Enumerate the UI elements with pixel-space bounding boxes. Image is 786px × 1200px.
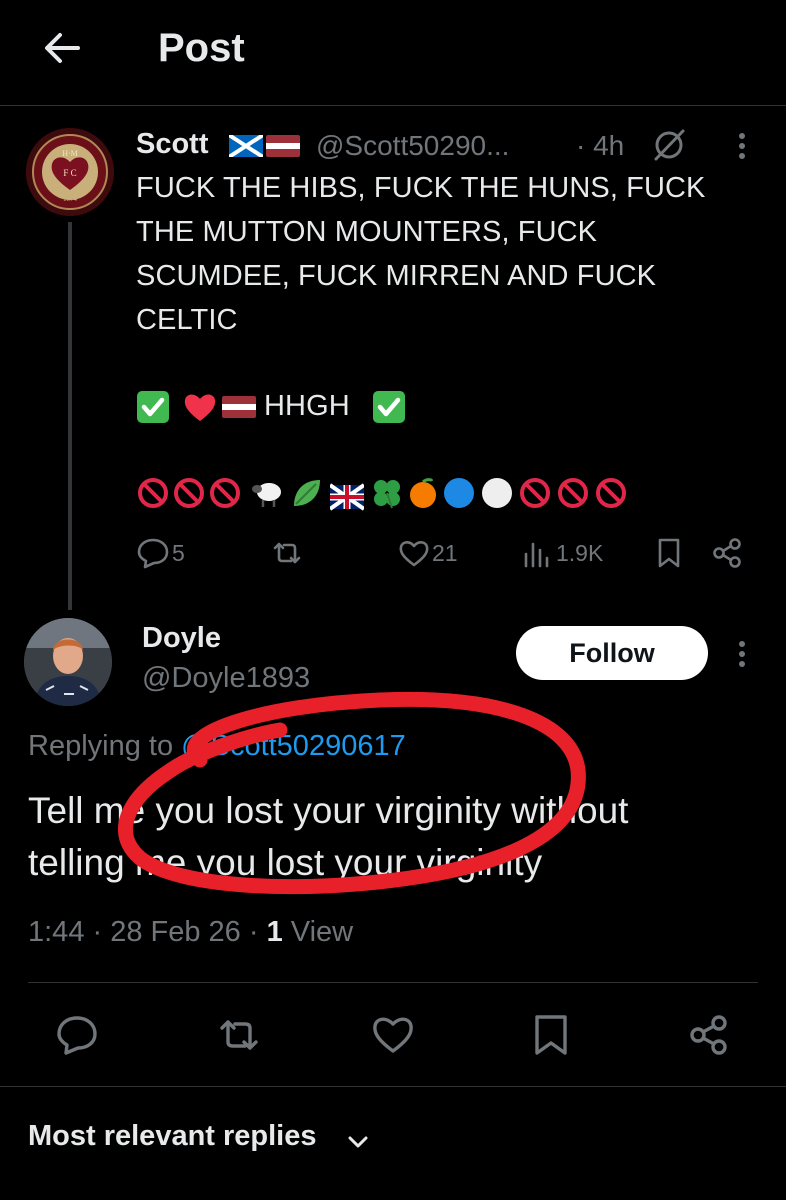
check-mark-emoji-icon <box>373 391 405 423</box>
svg-text:H·M: H·M <box>62 149 78 158</box>
author-handle[interactable]: @Doyle1893 <box>142 662 310 695</box>
white-circle-emoji-icon <box>482 478 512 508</box>
views-label: View <box>282 916 354 948</box>
avatar[interactable] <box>24 618 112 706</box>
replying-prefix: Replying to <box>28 730 182 762</box>
post-text-line: CELTIC <box>136 304 238 336</box>
profile-photo <box>24 618 112 706</box>
views-count: 1 <box>266 916 283 948</box>
prohibited-emoji-icon <box>596 478 626 508</box>
post-text-line: SCUMDEE, FUCK MIRREN AND FUCK <box>136 260 657 292</box>
replies-sort-dropdown[interactable]: Most relevant replies <box>28 1120 317 1153</box>
bookmark-icon[interactable] <box>656 537 682 569</box>
author-handle[interactable]: @Scott50290... <box>316 130 509 162</box>
like-icon[interactable] <box>370 1012 416 1058</box>
header-bar: Post <box>0 0 786 106</box>
arrow-left-icon <box>45 33 80 63</box>
reply-text-line: Tell me you lost your virginity without <box>28 790 629 831</box>
divider <box>28 982 758 983</box>
post-text-inline: HHGH <box>264 390 350 422</box>
follow-button[interactable]: Follow <box>516 626 708 680</box>
check-mark-emoji-icon <box>137 391 169 423</box>
divider <box>0 1086 786 1087</box>
prohibited-emoji-icon <box>210 478 240 508</box>
replying-to-line: Replying to @Scott50290617 <box>28 730 406 763</box>
club-crest-logo: H·M F C 1874 <box>26 128 114 216</box>
tangerine-emoji-icon <box>410 478 436 508</box>
svg-text:F C: F C <box>63 168 76 178</box>
uk-flag-icon <box>330 483 364 511</box>
post-text-line: FUCK THE HIBS, FUCK THE HUNS, FUCK <box>136 172 706 204</box>
latvia-flag-icon <box>266 135 300 157</box>
latvia-flag-icon <box>222 396 256 418</box>
post-text-line: THE MUTTON MOUNTERS, FUCK <box>136 216 598 248</box>
reply-icon[interactable] <box>54 1012 100 1058</box>
reply-count: 5 <box>172 540 185 566</box>
mention-link[interactable]: @Scott50290617 <box>181 730 406 762</box>
repost-icon[interactable] <box>270 536 304 570</box>
more-options-icon[interactable] <box>726 128 758 164</box>
red-heart-emoji-icon <box>184 394 216 421</box>
chevron-down-icon[interactable] <box>344 1128 372 1156</box>
reply-icon[interactable] <box>136 536 170 570</box>
post-time[interactable]: · 4h <box>576 130 624 162</box>
prohibited-emoji-icon <box>138 478 168 508</box>
sheep-emoji-icon <box>252 483 281 507</box>
prohibited-emoji-icon <box>558 478 588 508</box>
more-options-icon[interactable] <box>726 636 758 672</box>
repost-icon[interactable] <box>216 1012 262 1058</box>
blue-circle-emoji-icon <box>444 478 474 508</box>
like-count: 21 <box>432 540 458 566</box>
share-icon[interactable] <box>710 536 744 570</box>
page-title: Post <box>158 26 245 70</box>
prohibited-emoji-icon <box>520 478 550 508</box>
grok-icon[interactable] <box>650 128 688 162</box>
bookmark-icon[interactable] <box>528 1012 574 1058</box>
post-meta: 1:44 · 28 Feb 26 · 1 View <box>28 916 353 949</box>
reply-text-line: telling me you lost your virginity <box>28 842 543 883</box>
thread-connector-line <box>68 222 72 610</box>
avatar[interactable]: H·M F C 1874 <box>26 128 114 216</box>
four-leaf-clover-emoji-icon <box>374 480 400 509</box>
like-icon[interactable] <box>398 538 430 568</box>
author-name[interactable]: Doyle <box>142 622 221 655</box>
view-count: 1.9K <box>556 540 604 566</box>
views-icon[interactable] <box>522 538 552 568</box>
svg-text:1874: 1874 <box>63 195 78 203</box>
share-icon[interactable] <box>686 1012 732 1058</box>
author-name[interactable]: Scott <box>136 128 209 161</box>
prohibited-emoji-icon <box>174 478 204 508</box>
back-button[interactable] <box>38 24 86 72</box>
scotland-flag-icon <box>229 135 263 157</box>
leafy-green-emoji-icon <box>294 480 320 506</box>
timestamp[interactable]: 1:44 · 28 Feb 26 · <box>28 916 267 948</box>
